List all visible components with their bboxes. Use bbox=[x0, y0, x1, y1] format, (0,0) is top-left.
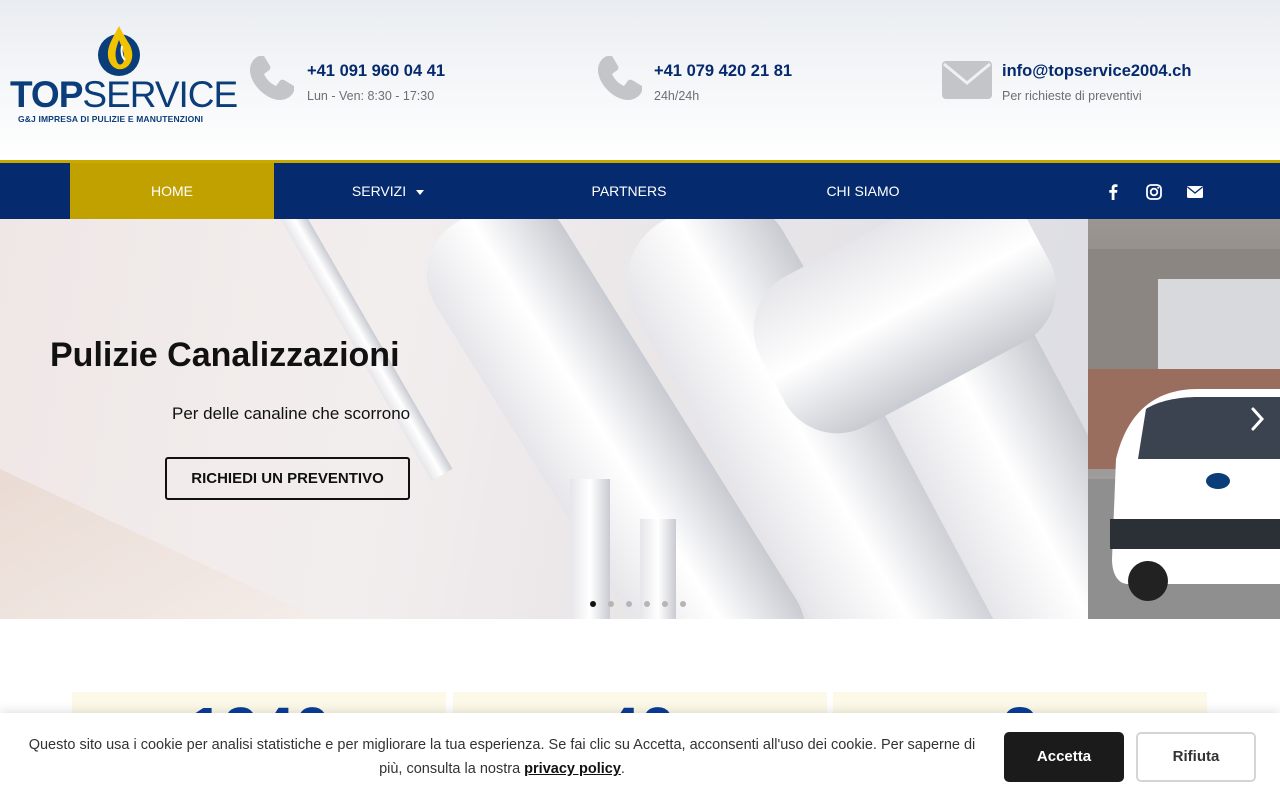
envelope-icon bbox=[942, 61, 992, 99]
nav-item-servizi-label: SERVIZI bbox=[351, 183, 407, 199]
slider-dot[interactable] bbox=[662, 601, 668, 607]
logo-wordmark: TOPSERVICE bbox=[10, 74, 238, 115]
hero-subtitle: Per delle canaline che scorrono bbox=[172, 404, 411, 423]
slider-dot[interactable] bbox=[644, 601, 650, 607]
cookie-message: Questo sito usa i cookie per analisi sta… bbox=[20, 733, 984, 781]
envelope-icon[interactable] bbox=[1184, 181, 1206, 203]
slider-dot[interactable] bbox=[590, 601, 596, 607]
logo-tagline: G&J IMPRESA DI PULIZIE E MANUTENZIONI bbox=[18, 114, 204, 124]
contact-phone-2-hours: 24h/24h bbox=[654, 89, 700, 103]
cookie-message-text: Questo sito usa i cookie per analisi sta… bbox=[28, 737, 976, 777]
topservice-logo[interactable]: TOPSERVICE G&J IMPRESA DI PULIZIE E MANU… bbox=[10, 24, 238, 126]
pipes-illustration bbox=[0, 219, 1197, 619]
instagram-icon[interactable] bbox=[1143, 181, 1165, 203]
slider-dot[interactable] bbox=[626, 601, 632, 607]
nav-item-partners[interactable]: PARTNERS bbox=[529, 163, 729, 219]
cookie-message-suffix: . bbox=[620, 761, 625, 777]
hero-slider[interactable]: Pulizie Canalizzazioni Per delle canalin… bbox=[0, 219, 1280, 619]
nav-item-servizi[interactable]: SERVIZI bbox=[274, 163, 502, 219]
contact-email-address[interactable]: info@topservice2004.ch bbox=[1002, 62, 1191, 81]
contact-phone-2-number[interactable]: +41 079 420 21 81 bbox=[654, 62, 792, 81]
contact-phone-1-number[interactable]: +41 091 960 04 41 bbox=[307, 62, 445, 81]
slider-dot[interactable] bbox=[608, 601, 614, 607]
site-header: TOPSERVICE G&J IMPRESA DI PULIZIE E MANU… bbox=[0, 0, 1280, 160]
privacy-policy-link[interactable]: privacy policy bbox=[524, 761, 621, 777]
nav-item-home[interactable]: HOME bbox=[70, 163, 274, 219]
facebook-icon[interactable] bbox=[1102, 181, 1124, 203]
slider-dot[interactable] bbox=[680, 601, 686, 607]
phone-icon bbox=[250, 56, 294, 100]
caret-down-icon bbox=[416, 189, 425, 195]
cookie-consent-bar: Questo sito usa i cookie per analisi sta… bbox=[0, 713, 1280, 800]
contact-phone-1-hours: Lun - Ven: 8:30 - 17:30 bbox=[307, 89, 435, 103]
contact-email-note: Per richieste di preventivi bbox=[1002, 89, 1142, 103]
hero-slide-image bbox=[0, 219, 1197, 619]
main-navigation: HOME SERVIZI PARTNERS CHI SIAMO bbox=[0, 160, 1280, 219]
reject-cookies-button[interactable]: Rifiuta bbox=[1136, 732, 1256, 782]
chevron-right-icon[interactable] bbox=[1250, 405, 1266, 433]
phone-icon bbox=[598, 56, 642, 100]
request-quote-button[interactable]: RICHIEDI UN PREVENTIVO bbox=[165, 457, 410, 500]
accept-cookies-button[interactable]: Accetta bbox=[1004, 732, 1124, 782]
nav-item-chi-siamo[interactable]: CHI SIAMO bbox=[763, 163, 963, 219]
hero-title: Pulizie Canalizzazioni bbox=[50, 336, 400, 374]
flame-drop-logo-mark bbox=[98, 26, 140, 76]
